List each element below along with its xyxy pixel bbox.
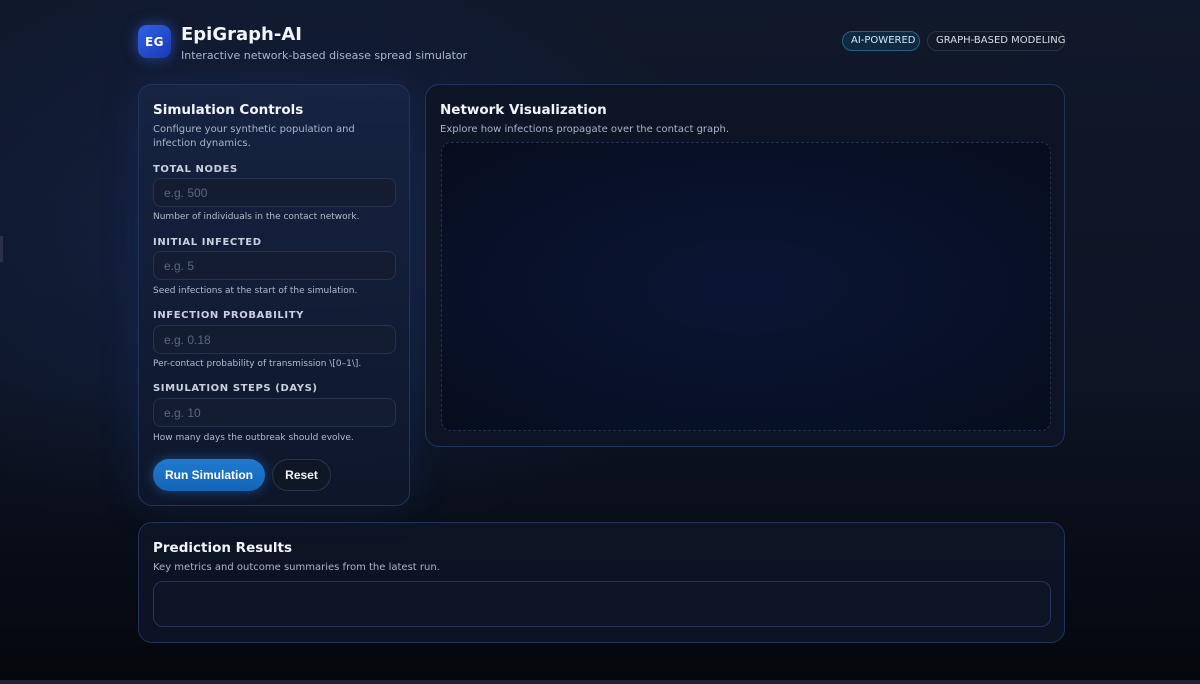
- ai-powered-badge: AI-POWERED: [842, 31, 920, 51]
- total-nodes-label: TOTAL NODES: [153, 164, 238, 175]
- simulation-steps-help: How many days the outbreak should evolve…: [153, 433, 354, 443]
- window-bottom-bar: [0, 680, 1200, 684]
- simulation-steps-input[interactable]: [153, 398, 396, 427]
- network-visualization-panel: Network Visualization Explore how infect…: [425, 84, 1065, 447]
- window-edge-marker: [0, 236, 3, 262]
- network-graph-canvas[interactable]: [441, 142, 1051, 431]
- simulation-controls-panel: Simulation Controls Configure your synth…: [138, 84, 410, 506]
- app-logo: EG: [138, 25, 171, 58]
- network-title: Network Visualization: [440, 102, 607, 118]
- app-title: EpiGraph-AI: [181, 24, 302, 45]
- initial-infected-help: Seed infections at the start of the simu…: [153, 286, 358, 296]
- graph-modeling-badge: GRAPH-BASED MODELING: [927, 31, 1065, 51]
- app-header: EG EpiGraph-AI Interactive network-based…: [138, 24, 1065, 64]
- prediction-results-panel: Prediction Results Key metrics and outco…: [138, 522, 1065, 643]
- results-output-box: [153, 581, 1051, 627]
- app-page: EG EpiGraph-AI Interactive network-based…: [0, 0, 1200, 684]
- controls-description: Configure your synthetic population and …: [153, 124, 355, 149]
- run-simulation-button[interactable]: Run Simulation: [153, 459, 265, 491]
- infection-probability-help: Per-contact probability of transmission …: [153, 359, 362, 369]
- total-nodes-help: Number of individuals in the contact net…: [153, 212, 360, 222]
- app-subtitle: Interactive network-based disease spread…: [181, 49, 468, 62]
- network-description: Explore how infections propagate over th…: [440, 124, 730, 135]
- controls-title: Simulation Controls: [153, 102, 304, 118]
- infection-probability-input[interactable]: [153, 325, 396, 354]
- total-nodes-input[interactable]: [153, 178, 396, 207]
- results-description: Key metrics and outcome summaries from t…: [153, 562, 440, 573]
- reset-button[interactable]: Reset: [272, 459, 331, 491]
- results-title: Prediction Results: [153, 540, 292, 556]
- infection-probability-label: INFECTION PROBABILITY: [153, 310, 304, 321]
- initial-infected-input[interactable]: [153, 251, 396, 280]
- simulation-steps-label: SIMULATION STEPS (DAYS): [153, 383, 318, 394]
- initial-infected-label: INITIAL INFECTED: [153, 237, 262, 248]
